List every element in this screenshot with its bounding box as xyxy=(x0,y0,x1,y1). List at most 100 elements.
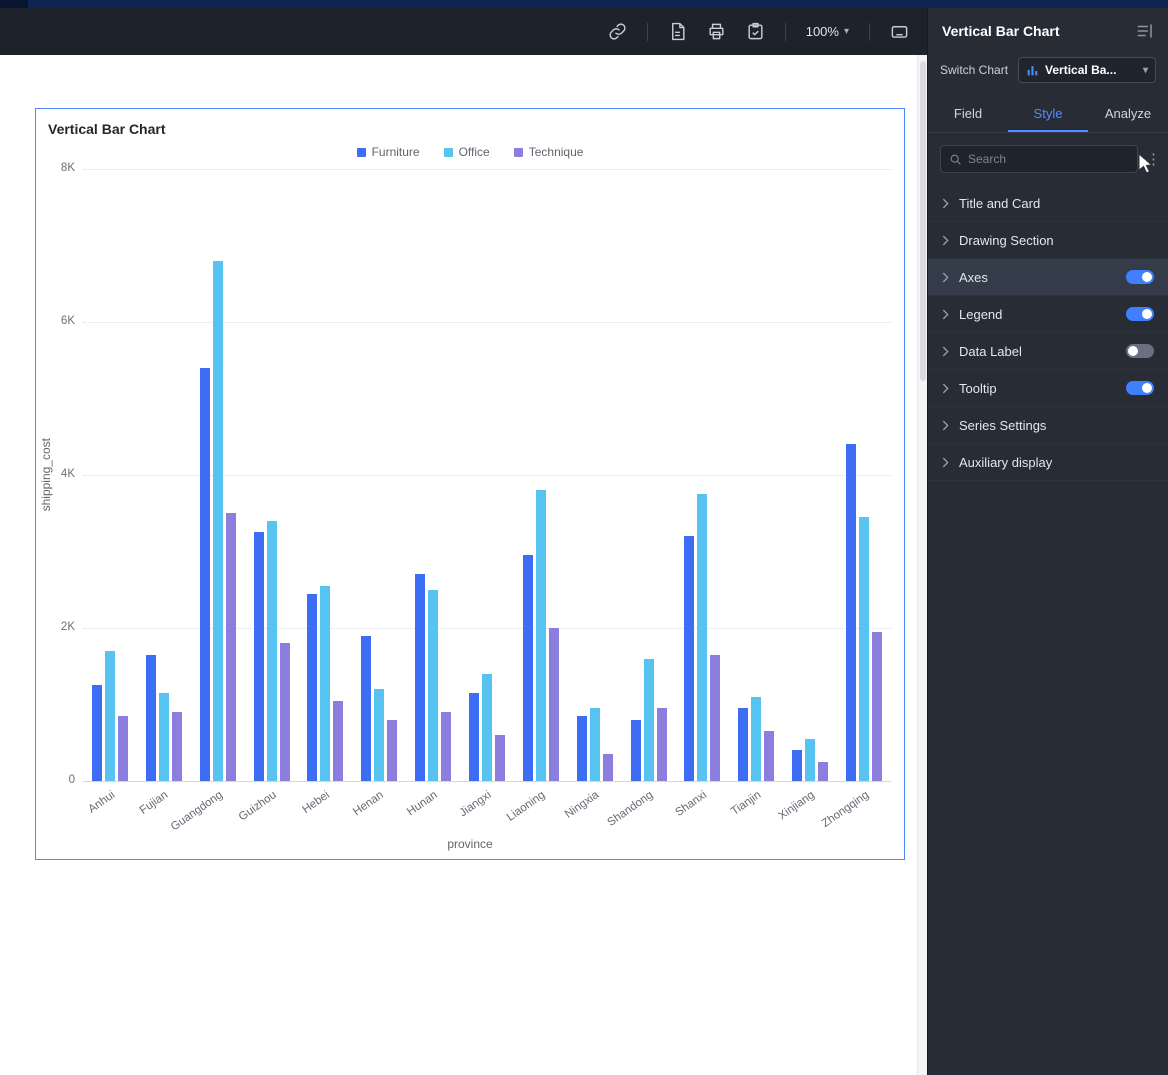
y-tick-label: 2K xyxy=(60,621,75,633)
scrollbar-thumb[interactable] xyxy=(920,61,926,381)
bar-henan-office[interactable] xyxy=(374,689,385,781)
section-label: Legend xyxy=(959,306,1003,322)
bar-guangdong-furniture[interactable] xyxy=(199,367,210,781)
more-vertical-icon[interactable]: ⋮ xyxy=(1146,152,1161,167)
bar-xinjiang-technique[interactable] xyxy=(818,761,829,781)
chevron-right-icon xyxy=(942,457,949,467)
section-auxiliary-display[interactable]: Auxiliary display xyxy=(928,444,1168,481)
bar-shandong-technique[interactable] xyxy=(656,708,667,781)
axes-toggle[interactable] xyxy=(1126,270,1154,284)
x-tick-label: Liaoning xyxy=(505,789,548,824)
section-legend[interactable]: Legend xyxy=(928,296,1168,333)
x-axis-title: province xyxy=(447,837,493,851)
bar-ningxia-technique[interactable] xyxy=(602,754,613,781)
section-title-and-card[interactable]: Title and Card xyxy=(928,185,1168,222)
legend-item-technique[interactable]: Technique xyxy=(513,145,584,159)
bar-guangdong-technique[interactable] xyxy=(225,513,236,781)
bar-zhongqing-furniture[interactable] xyxy=(846,444,857,781)
bar-henan-furniture[interactable] xyxy=(361,635,372,781)
bar-shandong-furniture[interactable] xyxy=(630,719,641,781)
bar-anhui-technique[interactable] xyxy=(117,715,128,781)
bar-guizhou-furniture[interactable] xyxy=(253,532,264,781)
printer-icon[interactable] xyxy=(707,22,726,41)
x-tick-label: Tianjin xyxy=(728,789,764,819)
bar-liaoning-office[interactable] xyxy=(535,490,546,781)
bar-fujian-furniture[interactable] xyxy=(145,654,156,781)
plot-area: shipping_cost 0 2K 4K 6K 8K Anhui Fujian Guangd… xyxy=(39,162,891,833)
bar-zhongqing-office[interactable] xyxy=(859,517,870,781)
bar-anhui-furniture[interactable] xyxy=(91,685,102,781)
section-label: Auxiliary display xyxy=(959,454,1053,470)
bar-xinjiang-office[interactable] xyxy=(805,738,816,781)
bar-fujian-office[interactable] xyxy=(158,693,169,781)
legend-label: Technique xyxy=(528,145,584,159)
section-label: Series Settings xyxy=(959,417,1047,433)
x-tick-label: Guangdong xyxy=(168,789,225,834)
chevron-right-icon xyxy=(942,383,949,393)
bar-shanxi-furniture[interactable] xyxy=(684,536,695,781)
search-input[interactable] xyxy=(968,152,1129,166)
y-tick-label: 4K xyxy=(60,468,75,480)
keyboard-icon[interactable] xyxy=(890,22,909,41)
bar-henan-technique[interactable] xyxy=(387,719,398,781)
x-tick-label: Fujian xyxy=(138,789,171,817)
bar-tianjin-office[interactable] xyxy=(751,696,762,781)
collapse-panel-icon[interactable] xyxy=(1136,22,1154,40)
bar-jiangxi-furniture[interactable] xyxy=(469,693,479,781)
bar-guangdong-office[interactable] xyxy=(212,260,223,781)
x-tick-label: Anhui xyxy=(85,789,117,816)
gridline xyxy=(83,322,891,323)
bar-hebei-office[interactable] xyxy=(320,585,331,781)
tooltip-toggle[interactable] xyxy=(1126,381,1154,395)
bar-guizhou-technique[interactable] xyxy=(279,643,290,781)
legend-toggle[interactable] xyxy=(1126,307,1154,321)
bar-hunan-technique[interactable] xyxy=(441,712,452,781)
tab-analyze[interactable]: Analyze xyxy=(1088,95,1168,132)
bar-xinjiang-furniture[interactable] xyxy=(792,750,803,781)
bar-liaoning-furniture[interactable] xyxy=(522,555,533,781)
section-axes[interactable]: Axes xyxy=(928,259,1168,296)
tab-field[interactable]: Field xyxy=(928,95,1008,132)
chart-type-select[interactable]: Vertical Ba... ▾ xyxy=(1018,57,1156,83)
bar-tianjin-technique[interactable] xyxy=(764,731,775,781)
legend-item-office[interactable]: Office xyxy=(443,145,490,159)
x-tick-label: Hebei xyxy=(300,789,333,817)
bar-shandong-office[interactable] xyxy=(643,658,654,781)
bar-liaoning-technique[interactable] xyxy=(548,628,559,781)
vertical-scrollbar[interactable] xyxy=(917,55,927,1075)
bar-anhui-office[interactable] xyxy=(104,650,115,781)
bar-tianjin-furniture[interactable] xyxy=(738,708,749,781)
app-window: 100% ▾ Vertical Bar Chart Furniture Offic… xyxy=(0,0,1168,1075)
bar-hunan-furniture[interactable] xyxy=(415,574,426,781)
data-label-toggle[interactable] xyxy=(1126,344,1154,358)
section-series-settings[interactable]: Series Settings xyxy=(928,407,1168,444)
link-icon[interactable] xyxy=(608,22,627,41)
section-data-label[interactable]: Data Label xyxy=(928,333,1168,370)
legend-item-furniture[interactable]: Furniture xyxy=(356,145,420,159)
document-icon[interactable] xyxy=(668,22,687,41)
tab-style[interactable]: Style xyxy=(1008,95,1088,132)
x-tick-label: Guizhou xyxy=(236,789,279,824)
clipboard-check-icon[interactable] xyxy=(746,22,765,41)
section-tooltip[interactable]: Tooltip xyxy=(928,370,1168,407)
bar-shanxi-technique[interactable] xyxy=(710,654,721,781)
gridline xyxy=(83,169,891,170)
bar-shanxi-office[interactable] xyxy=(697,494,708,781)
x-tick-label: Hunan xyxy=(405,789,441,819)
chevron-right-icon xyxy=(942,235,949,245)
chart-card[interactable]: Vertical Bar Chart Furniture Office Techni… xyxy=(35,108,905,860)
bar-hebei-technique[interactable] xyxy=(333,700,344,781)
bar-hebei-furniture[interactable] xyxy=(307,593,318,781)
bar-hunan-office[interactable] xyxy=(428,589,439,781)
bar-jiangxi-office[interactable] xyxy=(482,673,492,781)
bar-ningxia-office[interactable] xyxy=(589,708,600,781)
bar-fujian-technique[interactable] xyxy=(171,712,182,781)
bar-guizhou-office[interactable] xyxy=(266,520,277,781)
x-tick-label: Shandong xyxy=(605,789,656,829)
zoom-control[interactable]: 100% ▾ xyxy=(806,24,849,39)
bar-zhongqing-technique[interactable] xyxy=(872,631,883,781)
bar-jiangxi-technique[interactable] xyxy=(495,735,505,781)
chevron-down-icon: ▾ xyxy=(843,26,849,37)
section-drawing-section[interactable]: Drawing Section xyxy=(928,222,1168,259)
bar-ningxia-furniture[interactable] xyxy=(576,715,587,781)
